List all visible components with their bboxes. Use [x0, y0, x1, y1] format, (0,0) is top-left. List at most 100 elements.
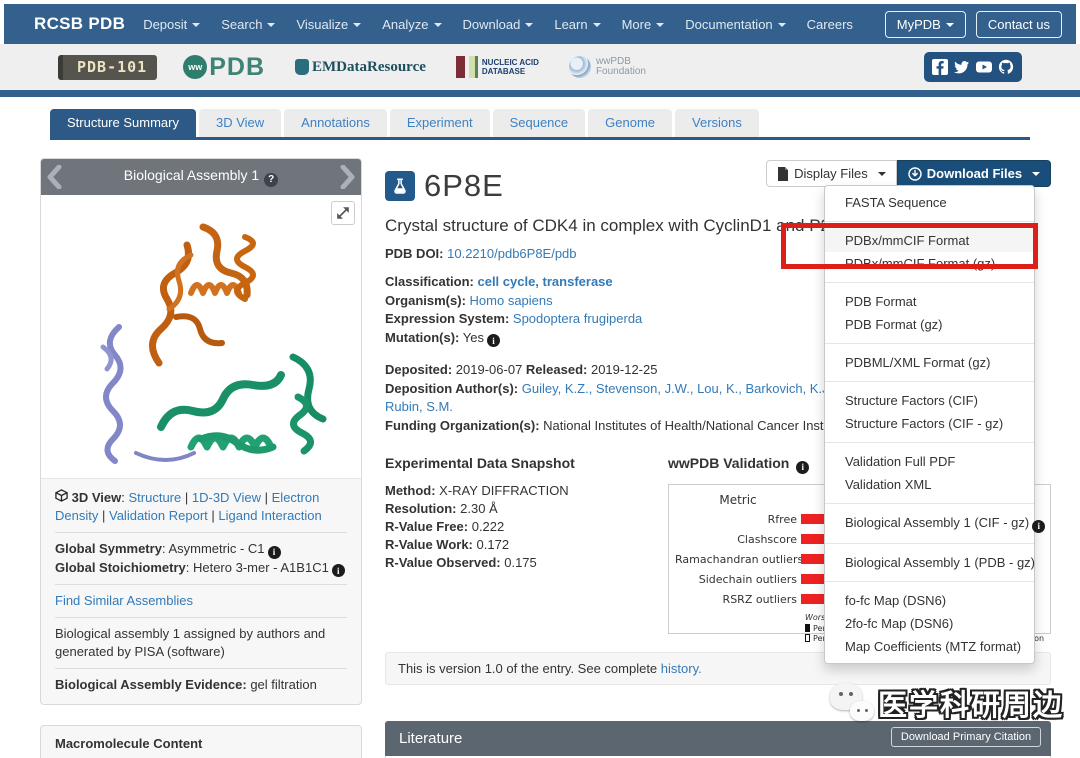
nav-item-documentation[interactable]: Documentation [685, 17, 786, 32]
macromolecule-content-title: Macromolecule Content [55, 736, 203, 751]
ligand-interaction-link[interactable]: Ligand Interaction [218, 508, 321, 523]
contact-us-button[interactable]: Contact us [975, 10, 1062, 38]
percentile-all-glyph [805, 624, 810, 633]
authors-links[interactable]: Rubin, S.M. [385, 399, 453, 414]
funding-value: National Institutes of Health/National C… [543, 417, 849, 433]
file-buttons: Display Files Download Files [766, 160, 1052, 187]
nav-item-analyze[interactable]: Analyze [382, 17, 442, 32]
tab-structure-summary[interactable]: Structure Summary [50, 109, 196, 137]
menu-item-pdb-format[interactable]: PDB Format [825, 290, 1034, 313]
menu-item-biological-assembly-1-pdb-gz[interactable]: Biological Assembly 1 (PDB - gz) [825, 551, 1035, 574]
display-files-button[interactable]: Display Files [766, 160, 897, 187]
menu-item-map-coefficients-mtz[interactable]: Map Coefficients (MTZ format) [825, 635, 1034, 658]
assembly-sidebar: Biological Assembly 1? 3D View: Structur… [40, 158, 362, 758]
literature-header: Literature Download Primary Citation [385, 720, 1052, 756]
assembly-note: Biological assembly 1 assigned by author… [55, 626, 326, 659]
menu-item-structure-factors-cif-gz[interactable]: Structure Factors (CIF - gz) [825, 412, 1034, 435]
help-icon[interactable]: ? [264, 172, 279, 187]
info-icon[interactable]: i [331, 564, 345, 577]
menu-item-fasta-sequence[interactable]: FASTA Sequence [825, 191, 1034, 214]
literature-title: Literature [399, 729, 463, 747]
ndb-bar-icon [455, 56, 465, 78]
structure-link[interactable]: Structure [128, 490, 181, 505]
1d-3d-view-link[interactable]: 1D-3D View [192, 490, 261, 505]
tab-experiment[interactable]: Experiment [389, 109, 490, 137]
entry-id: 6P8E [424, 168, 504, 203]
menu-item-biological-assembly-1-cif-gz[interactable]: Biological Assembly 1 (CIF - gz) i [825, 511, 1046, 536]
biological-assembly-panel: Biological Assembly 1? 3D View: Structur… [40, 158, 362, 705]
facebook-icon[interactable] [932, 59, 948, 75]
organism-link[interactable]: Homo sapiens [470, 293, 553, 308]
download-files-button[interactable]: Download Files [896, 160, 1052, 187]
experimental-data-snapshot: Experimental Data Snapshot Method: X-RAY… [385, 455, 668, 634]
file-icon [778, 166, 789, 181]
expression-system-link[interactable]: Spodoptera frugiperda [513, 311, 642, 326]
caret-down-icon [192, 22, 201, 27]
youtube-icon[interactable] [976, 59, 992, 75]
menu-divider [825, 543, 1034, 544]
pdb-101-logo[interactable]: PDB-101 [58, 54, 158, 80]
menu-item-fo-fc-map-dsn6[interactable]: fo-fc Map (DSN6) [825, 589, 1034, 612]
nav-item-careers[interactable]: Careers [807, 17, 853, 32]
previous-assembly-arrow[interactable] [41, 165, 67, 189]
divider [55, 668, 347, 669]
social-links [924, 52, 1022, 82]
wwpdb-foundation-icon [568, 56, 591, 78]
info-icon: i [1032, 520, 1046, 533]
expand-image-icon[interactable] [331, 201, 355, 225]
history-link[interactable]: history. [661, 661, 702, 676]
info-icon[interactable]: i [267, 545, 281, 559]
classification-link[interactable]: cell cycle, transferase [477, 274, 612, 289]
metric-header: Metric [719, 492, 757, 507]
assembly-info: 3D View: Structure | 1D-3D View | Electr… [41, 479, 361, 704]
menu-item-2fo-fc-map-dsn6[interactable]: 2fo-fc Map (DSN6) [825, 612, 1034, 635]
tab-versions[interactable]: Versions [675, 109, 759, 137]
github-icon[interactable] [998, 59, 1014, 75]
twitter-icon[interactable] [954, 59, 970, 75]
menu-item-pdbml-xml-format-gz[interactable]: PDBML/XML Format (gz) [825, 351, 1034, 374]
nav-item-download[interactable]: Download [463, 17, 534, 32]
caret-down-icon [433, 22, 442, 27]
menu-item-structure-factors-cif[interactable]: Structure Factors (CIF) [825, 389, 1034, 412]
download-primary-citation-button[interactable]: Download Primary Citation [890, 726, 1042, 747]
nucleic-acid-database-logo[interactable]: NUCLEIC ACID DATABASE [455, 56, 539, 78]
wwpdb-logo[interactable]: ww PDB [183, 53, 265, 82]
brand-rcsb-pdb[interactable]: RCSB PDB [34, 14, 125, 34]
menu-item-pdb-format-gz[interactable]: PDB Format (gz) [825, 313, 1034, 336]
emdataresource-icon [295, 59, 310, 75]
mypdb-button[interactable]: MyPDB [884, 10, 966, 38]
tab-3d-view[interactable]: 3D View [198, 109, 282, 137]
info-icon[interactable]: i [796, 460, 810, 474]
tab-genome[interactable]: Genome [588, 109, 673, 137]
nav-item-deposit[interactable]: Deposit [143, 17, 201, 32]
caret-down-icon [777, 22, 786, 27]
info-icon[interactable]: i [486, 334, 500, 348]
doi-link[interactable]: 10.2210/pdb6P8E/pdb [447, 246, 576, 261]
validation-report-link[interactable]: Validation Report [109, 508, 208, 523]
divider [55, 532, 347, 533]
caret-down-icon [945, 22, 954, 27]
find-similar-assemblies-link[interactable]: Find Similar Assemblies [55, 593, 193, 608]
next-assembly-arrow[interactable] [335, 165, 361, 189]
tab-sequence[interactable]: Sequence [492, 109, 586, 137]
nav-item-more[interactable]: More [622, 17, 665, 32]
menu-item-pdbx-mmcif-format[interactable]: PDBx/mmCIF Format [825, 229, 1034, 252]
tab-annotations[interactable]: Annotations [284, 109, 387, 137]
authors-links[interactable]: Guiley, K.Z., Stevenson, J.W., Lou, K., … [522, 381, 836, 396]
menu-divider [825, 503, 1034, 504]
menu-item-pdbx-mmcif-format-gz[interactable]: PDBx/mmCIF Format (gz) [825, 252, 1034, 275]
wwpdb-foundation-logo[interactable]: wwPDB Foundation [568, 56, 646, 78]
menu-divider [825, 442, 1034, 443]
emdataresource-logo[interactable]: EMDataResource [295, 59, 426, 76]
menu-item-validation-full-pdf[interactable]: Validation Full PDF [825, 450, 1034, 473]
macromolecule-content-panel: Macromolecule Content [40, 725, 362, 758]
nav-item-search[interactable]: Search [221, 17, 276, 32]
protein-structure-image[interactable] [41, 195, 361, 479]
nav-item-visualize[interactable]: Visualize [296, 17, 362, 32]
structure-flask-icon [385, 171, 415, 201]
cube-3d-icon [55, 489, 68, 502]
menu-item-validation-xml[interactable]: Validation XML [825, 473, 1034, 496]
menu-divider [825, 221, 1034, 222]
nav-item-learn[interactable]: Learn [554, 17, 601, 32]
caret-down-icon [267, 22, 276, 27]
